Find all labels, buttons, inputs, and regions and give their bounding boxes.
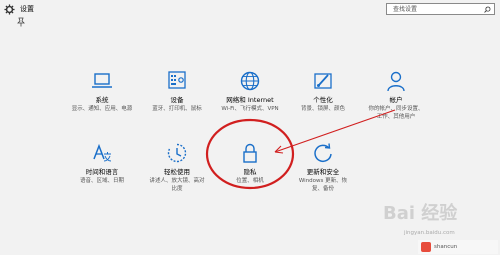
tile-devices[interactable]: 设备 蓝牙、打印机、鼠标 [137, 70, 217, 113]
tile-update-security[interactable]: 更新和安全 Windows 更新、恢 复、备份 [283, 142, 363, 193]
watermark-footer: shancun [418, 240, 498, 254]
search-box[interactable]: 查找设置 [386, 3, 495, 15]
tile-time-language[interactable]: 时间和语言 语音、区域、日期 [62, 142, 142, 185]
refresh-icon [314, 143, 332, 163]
tile-accounts[interactable]: 帐户 你的帐户、同步设置、 工作、其他用户 [356, 70, 436, 121]
tile-ease-of-access-desc-line1: 讲述人、放大镜、高对 [149, 178, 205, 184]
ease-of-access-icon [167, 143, 187, 163]
tile-privacy-desc: 位置、相机 [236, 178, 264, 184]
tile-devices-desc: 蓝牙、打印机、鼠标 [152, 106, 202, 112]
tile-network[interactable]: 网络和 Internet Wi-Fi、飞行模式、VPN [210, 70, 290, 113]
tile-update-security-name: 更新和安全 [306, 168, 340, 176]
language-icon [93, 143, 112, 162]
search-icon[interactable] [484, 6, 491, 13]
tile-accounts-desc-line2: 工作、其他用户 [376, 114, 416, 120]
watermark-footer-text: shancun [434, 244, 458, 250]
tile-accounts-desc-line1: 你的帐户、同步设置、 [368, 106, 424, 112]
watermark-logo: Bai 经验 [383, 200, 495, 228]
globe-icon [240, 71, 260, 91]
window-title: 设置 [20, 5, 34, 13]
tile-system[interactable]: 系统 显示、通知、应用、电源 [62, 70, 142, 113]
user-icon [387, 71, 405, 92]
tile-time-language-name: 时间和语言 [85, 168, 119, 176]
tile-devices-name: 设备 [170, 96, 184, 104]
pin-icon[interactable] [16, 17, 26, 27]
tile-system-name: 系统 [95, 96, 109, 104]
tile-ease-of-access-desc-line2: 比度 [171, 186, 183, 192]
tile-update-security-desc-line2: 复、备份 [311, 186, 334, 192]
tile-personalization-desc: 背景、锁屏、颜色 [300, 106, 345, 112]
tile-privacy-name: 隐私 [243, 168, 257, 176]
watermark-footer-icon [421, 242, 431, 252]
watermark-brand: Bai 经验 [383, 203, 458, 224]
tile-update-security-desc-line1: Windows 更新、恢 [298, 178, 348, 184]
tile-ease-of-access[interactable]: 轻松使用 讲述人、放大镜、高对 比度 [137, 142, 217, 193]
tile-time-language-desc: 语音、区域、日期 [79, 178, 124, 184]
keyboard-speaker-icon [168, 71, 186, 89]
paint-tablet-icon [314, 73, 332, 89]
search-input[interactable]: 查找设置 [393, 5, 417, 14]
laptop-icon [92, 73, 112, 88]
tile-personalization[interactable]: 个性化 背景、锁屏、颜色 [283, 70, 363, 113]
tile-ease-of-access-name: 轻松使用 [164, 168, 190, 176]
tile-network-name: 网络和 Internet [226, 96, 274, 104]
tile-personalization-name: 个性化 [313, 96, 333, 104]
tile-system-desc: 显示、通知、应用、电源 [71, 106, 133, 112]
gear-icon [4, 4, 15, 15]
tile-privacy[interactable]: 隐私 位置、相机 [210, 142, 290, 185]
tile-accounts-name: 帐户 [389, 96, 403, 104]
tile-network-desc: Wi-Fi、飞行模式、VPN [221, 106, 279, 112]
watermark-domain: jingyan.baidu.com [404, 230, 455, 236]
lock-icon [243, 143, 257, 163]
